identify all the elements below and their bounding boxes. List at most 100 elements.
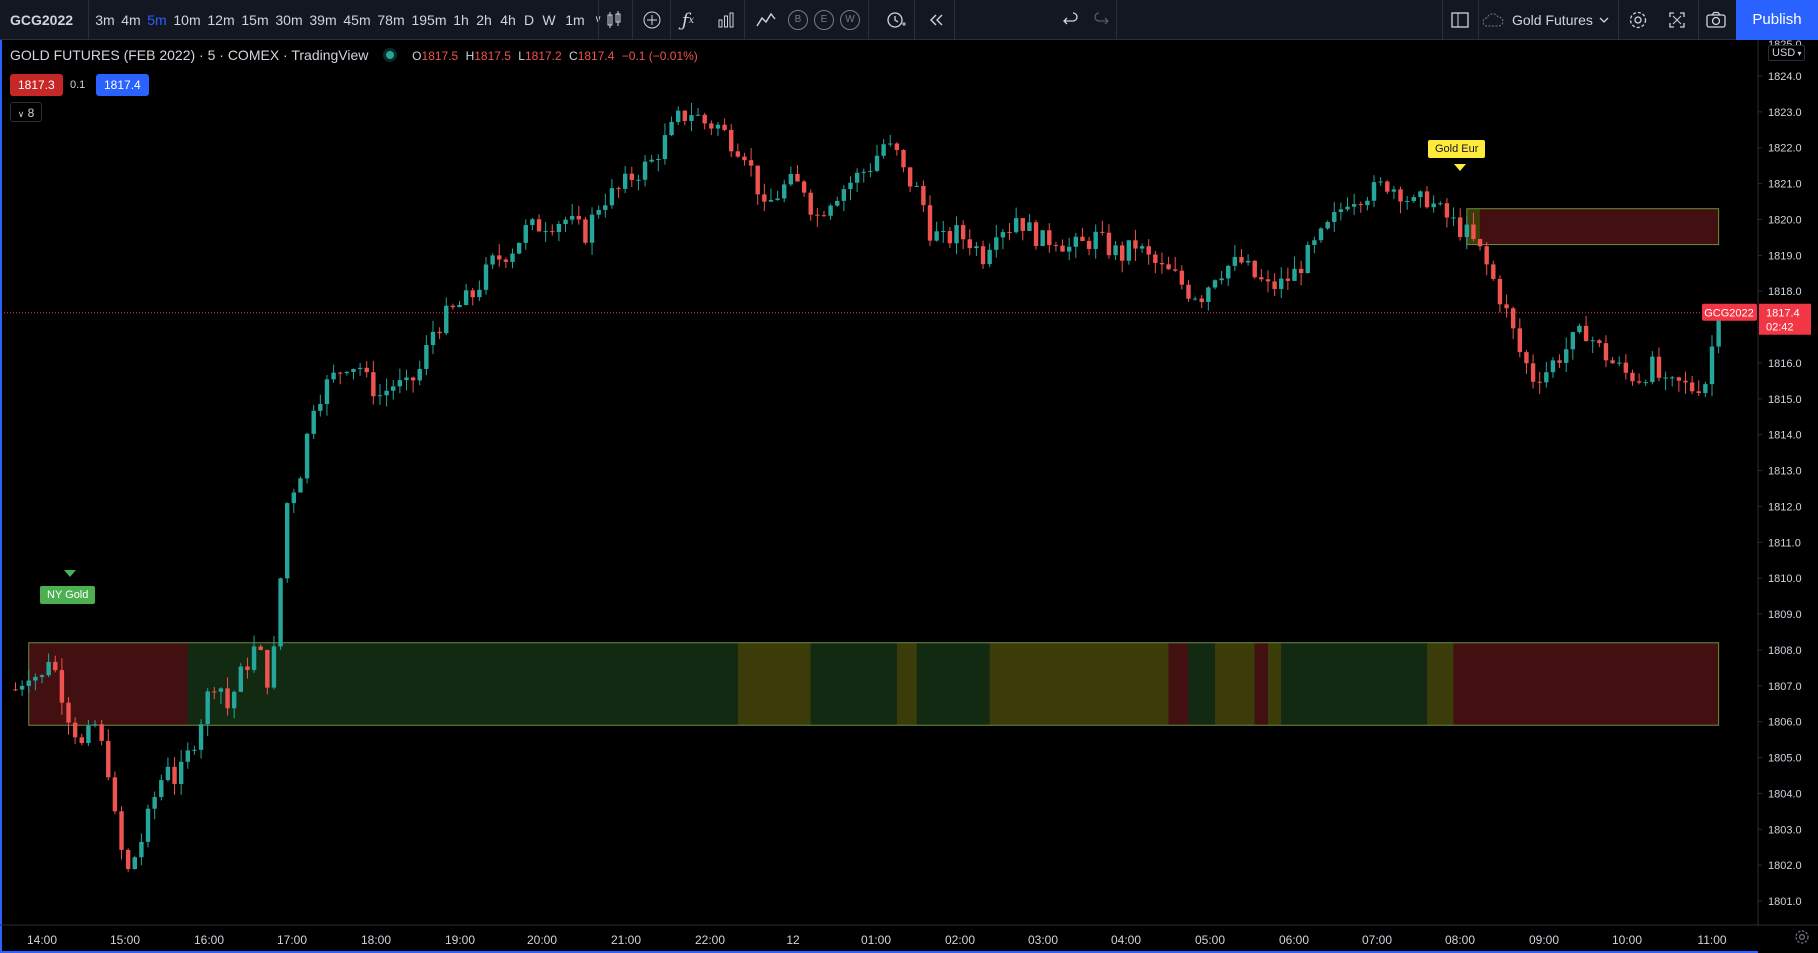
candle-body [324,379,330,405]
layout-icon[interactable] [1442,0,1478,40]
candle-body [642,161,648,180]
candles-icon[interactable] [596,0,632,40]
candle-body [1371,182,1377,201]
add-indicator-icon[interactable] [634,0,670,40]
time-tick-label: 18:00 [361,933,391,947]
candle-body [576,215,581,220]
currency-selector[interactable]: USD ▾ [1768,45,1806,61]
timeframe-1m[interactable]: 1m [560,0,590,40]
candle-body [914,185,919,187]
indicators-toggle[interactable]: ∨ 8 [10,102,42,122]
candle-body [1378,181,1383,183]
price-tick-label: 1819.0 [1768,250,1802,262]
toolbar-divider [954,0,955,40]
chevron-down-icon[interactable] [1592,0,1616,40]
candle-body [1537,381,1542,383]
timeframe-30m[interactable]: 30m [272,0,306,40]
candle-body [430,331,436,346]
ny-label-pointer [64,570,76,577]
gold-eur-label[interactable]: Gold Eur [1428,140,1486,158]
redo-icon[interactable] [1083,0,1119,40]
fx-icon[interactable]: ƒx [670,0,706,40]
candle-body [1411,197,1416,202]
candle-body [1524,352,1529,364]
w-icon[interactable]: W [840,10,860,30]
candle-body [1418,191,1423,198]
timeframe-12m[interactable]: 12m [204,0,238,40]
compare-icon[interactable] [748,0,784,40]
candle-body [1146,246,1151,255]
candle-body [364,367,369,373]
camera-icon[interactable] [1698,0,1734,40]
candle-body [265,649,270,688]
candle-body [1047,230,1052,246]
candle-body [245,666,250,670]
zone-segment [1480,208,1719,245]
candle-body [1292,268,1297,281]
timeframe-10m[interactable]: 10m [170,0,204,40]
time-tick-label: 03:00 [1028,933,1058,947]
timeframe-W[interactable]: W [538,0,560,40]
candle-body [907,167,913,187]
candle-body [497,255,502,260]
timeframe-4h[interactable]: 4h [496,0,520,40]
candle-body [344,371,350,374]
candle-body [1623,362,1629,373]
timeframe-195m[interactable]: 195m [408,0,450,40]
timeframe-78m[interactable]: 78m [374,0,408,40]
timeframe-2h[interactable]: 2h [472,0,496,40]
candle-body [1332,212,1337,222]
timeframe-D[interactable]: D [520,0,538,40]
candle-body [1106,232,1112,256]
time-tick-label: 12 [786,933,800,947]
candle-body [523,225,528,243]
legend-title[interactable]: GOLD FUTURES (FEB 2022) · 5 · COMEX · Tr… [10,47,368,63]
candle-body [39,675,45,677]
fullscreen-icon[interactable] [1659,0,1695,40]
chevron-down-icon: ∨ [17,109,25,119]
candle-body [1000,232,1006,238]
gear-icon[interactable] [1620,0,1656,40]
timeframe-4m[interactable]: 4m [118,0,144,40]
timeframe-5m[interactable]: 5m [144,0,170,40]
candle-body [318,404,323,411]
timeframe-45m[interactable]: 45m [340,0,374,40]
b-icon[interactable]: B [788,10,808,30]
candle-body [1650,356,1655,383]
price-tick-label: 1820.0 [1768,214,1802,226]
e-icon[interactable]: E [814,10,834,30]
change-value: −0.1 (−0.01%) [621,49,698,63]
timeframe-39m[interactable]: 39m [306,0,340,40]
candle-body [583,219,588,243]
zone-segment [1267,642,1282,726]
candle-body [99,724,104,741]
candle-body [755,165,760,195]
replay-icon[interactable] [918,0,954,40]
candle-body [258,646,263,650]
timeframe-15m[interactable]: 15m [238,0,272,40]
candle-body [185,750,190,762]
gear-icon[interactable] [1794,929,1814,949]
chart-canvas[interactable]: 1825.01824.01823.01822.01821.01820.01819… [0,40,1818,953]
timeframe-3m[interactable]: 3m [92,0,118,40]
price-tick-label: 1822.0 [1768,143,1802,155]
alert-icon[interactable] [878,0,914,40]
ny-gold-label[interactable]: NY Gold [40,586,96,604]
candle-body [298,478,303,493]
candle-body [695,114,701,116]
bar-chart-icon[interactable] [708,0,744,40]
candle-body [1444,203,1450,218]
candle-body [782,184,787,199]
publish-button[interactable]: Publish [1736,0,1818,40]
ask-button[interactable]: 1817.4 [96,74,149,96]
candle-body [450,305,456,308]
candle-body [788,173,794,185]
symbol-search-button[interactable]: GCG2022 [10,0,73,40]
price-axis-bg [1758,40,1818,953]
bid-button[interactable]: 1817.3 [10,74,63,96]
layout-name[interactable]: Gold Futures [1512,0,1593,40]
candle-body [510,253,515,262]
close-value: 1817.4 [577,49,615,63]
timeframe-1h[interactable]: 1h [450,0,472,40]
cloud-icon [1480,0,1506,40]
